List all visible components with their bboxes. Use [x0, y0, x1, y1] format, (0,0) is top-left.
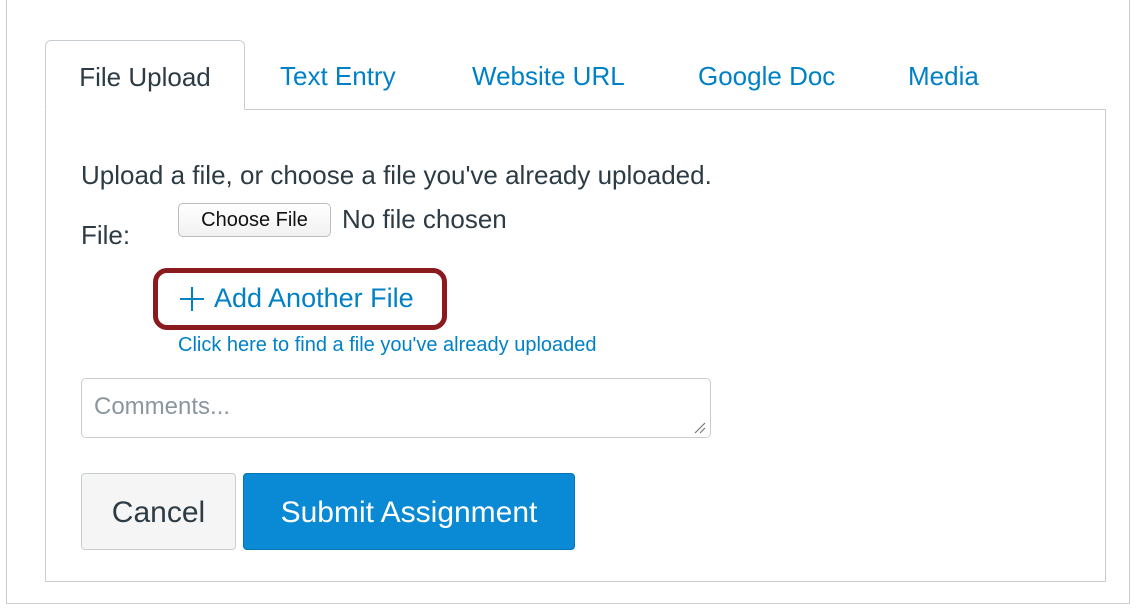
submission-tabs: File Upload Text Entry Website URL Googl… [45, 40, 1106, 110]
submit-assignment-button[interactable]: Submit Assignment [243, 473, 575, 550]
tab-google-doc[interactable]: Google Doc [698, 40, 835, 110]
file-label: File: [81, 220, 131, 250]
tab-website-url[interactable]: Website URL [472, 40, 625, 110]
no-file-chosen-text: No file chosen [342, 204, 507, 234]
tab-media[interactable]: Media [908, 40, 979, 110]
cancel-button[interactable]: Cancel [81, 473, 236, 550]
tab-file-upload[interactable]: File Upload [45, 40, 245, 110]
choose-file-button[interactable]: Choose File [178, 203, 331, 237]
find-uploaded-file-link[interactable]: Click here to find a file you've already… [178, 334, 597, 357]
add-another-file-link[interactable]: Add Another File [178, 283, 414, 314]
add-another-file-label: Add Another File [214, 283, 414, 313]
plus-icon [180, 286, 204, 311]
resize-grip-icon[interactable] [692, 420, 706, 434]
upload-instructions: Upload a file, or choose a file you've a… [81, 160, 712, 190]
tab-text-entry[interactable]: Text Entry [280, 40, 396, 110]
comments-field[interactable] [81, 378, 711, 438]
